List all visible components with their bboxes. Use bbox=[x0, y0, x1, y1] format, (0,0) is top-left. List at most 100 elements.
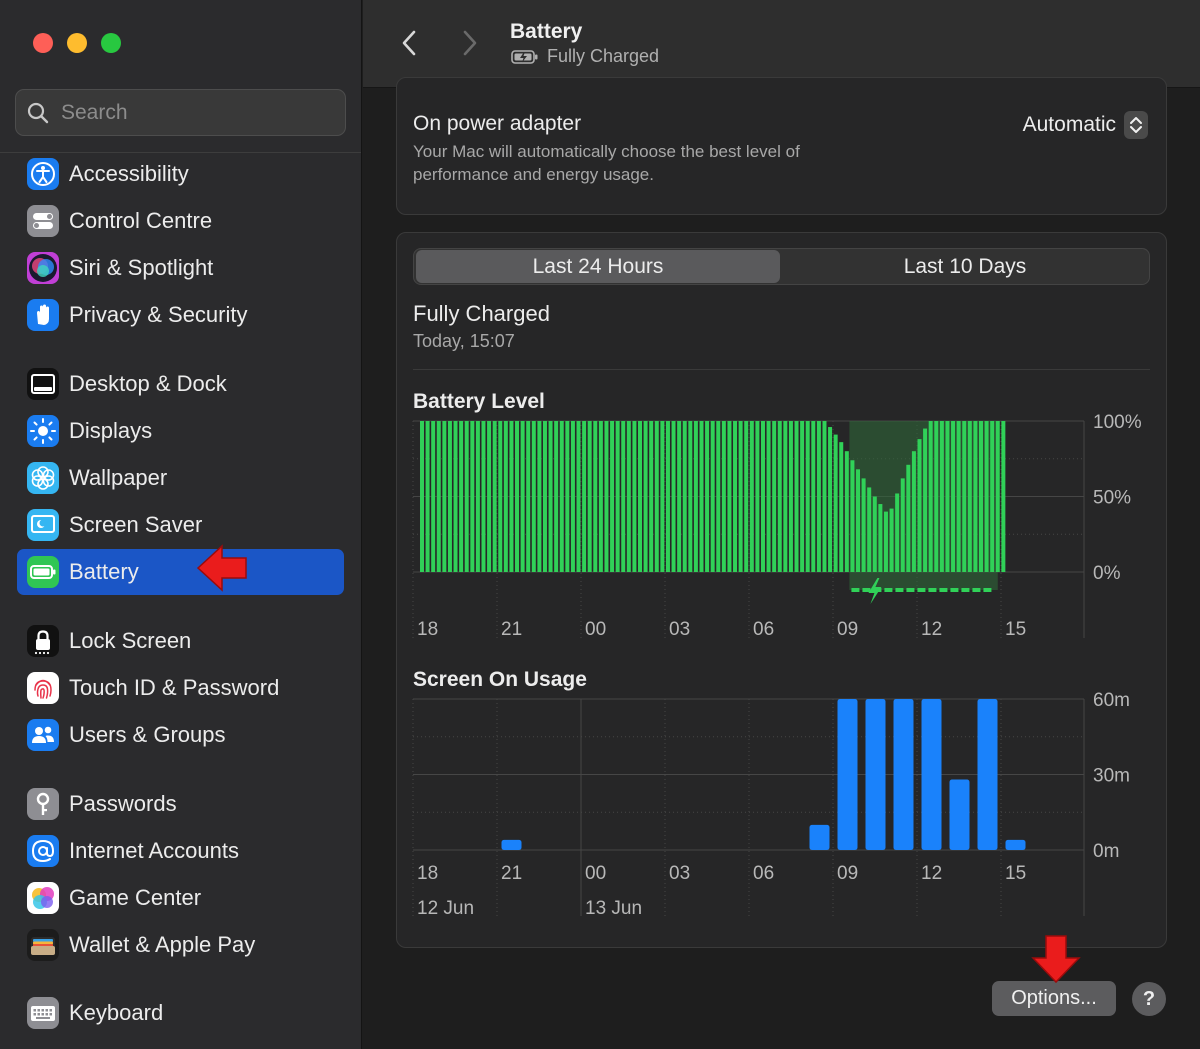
screen-on-usage-bar bbox=[977, 699, 998, 850]
battery-level-bar bbox=[677, 421, 682, 572]
usage-date-label: 12 Jun bbox=[417, 898, 474, 919]
battery-x-tick-label: 09 bbox=[837, 619, 858, 640]
sidebar-item-battery[interactable]: Battery bbox=[17, 549, 344, 595]
battery-level-bar bbox=[967, 421, 972, 572]
battery-level-bar bbox=[649, 421, 654, 572]
battery-level-bar bbox=[665, 421, 670, 572]
battery-level-bar bbox=[475, 421, 480, 572]
battery-level-bar bbox=[755, 421, 760, 572]
battery-level-bar bbox=[945, 421, 950, 572]
battery-level-bar bbox=[498, 421, 503, 572]
sidebar-item-users-groups[interactable]: Users & Groups bbox=[17, 712, 344, 758]
sidebar-item-game-center[interactable]: Game Center bbox=[17, 875, 344, 921]
sidebar-item-control-centre[interactable]: Control Centre bbox=[17, 198, 344, 244]
screen-saver-icon bbox=[27, 509, 59, 541]
battery-level-bar bbox=[822, 421, 827, 572]
battery-level-bar bbox=[643, 421, 648, 572]
screen-on-usage-bar bbox=[837, 699, 858, 850]
sidebar-item-label: Touch ID & Password bbox=[69, 675, 280, 700]
siri-icon bbox=[27, 252, 59, 284]
battery-level-bar bbox=[990, 421, 995, 572]
battery-level-bar bbox=[693, 421, 698, 572]
sidebar-item-label: Wallet & Apple Pay bbox=[69, 932, 256, 957]
sidebar-item-touch-id-password[interactable]: Touch ID & Password bbox=[17, 665, 344, 711]
battery-x-tick-label: 12 bbox=[921, 619, 942, 640]
battery-level-bar bbox=[900, 478, 905, 572]
battery-level-bar bbox=[721, 421, 726, 572]
sidebar-item-keyboard[interactable]: Keyboard bbox=[17, 990, 344, 1036]
battery-level-bar bbox=[705, 421, 710, 572]
battery-level-bar bbox=[772, 421, 777, 572]
battery-level-bar bbox=[515, 421, 520, 572]
battery-level-bar bbox=[1001, 421, 1006, 572]
battery-level-bar bbox=[542, 421, 547, 572]
battery-level-bar bbox=[783, 421, 788, 572]
battery-x-tick-label: 06 bbox=[753, 619, 774, 640]
battery-level-bar bbox=[587, 421, 592, 572]
close-window-button[interactable] bbox=[33, 33, 53, 53]
wallet-icon bbox=[27, 929, 59, 961]
battery-level-bar bbox=[828, 427, 833, 572]
sidebar-item-screen-saver[interactable]: Screen Saver bbox=[17, 502, 344, 548]
battery-level-bar bbox=[621, 421, 626, 572]
screen-on-usage-bar bbox=[865, 699, 886, 850]
zoom-window-button[interactable] bbox=[101, 33, 121, 53]
battery-level-bar bbox=[984, 421, 989, 572]
battery-level-bar bbox=[593, 421, 598, 572]
sidebar-item-wallpaper[interactable]: Wallpaper bbox=[17, 455, 344, 501]
battery-level-bar bbox=[973, 421, 978, 572]
sidebar-item-label: Privacy & Security bbox=[69, 302, 248, 327]
battery-level-bar bbox=[531, 421, 536, 572]
battery-level-bar bbox=[442, 421, 447, 572]
options-button[interactable]: Options... bbox=[992, 981, 1116, 1016]
forward-arrow-icon[interactable] bbox=[457, 28, 481, 58]
sidebar-item-internet-accounts[interactable]: Internet Accounts bbox=[17, 828, 344, 874]
search-input[interactable] bbox=[61, 90, 331, 135]
page-title: Battery bbox=[510, 20, 583, 43]
battery-level-bar bbox=[604, 421, 609, 572]
battery-level-bar bbox=[844, 451, 849, 572]
sidebar-item-wallet-apple-pay[interactable]: Wallet & Apple Pay bbox=[17, 922, 344, 968]
battery-y-tick-label: 50% bbox=[1093, 488, 1131, 509]
up-down-chevron-icon[interactable] bbox=[1124, 111, 1148, 139]
battery-charts: 100% 50% 0% 18 21 00 03 06 09 12 15 60m 30m 0m 18 21 00 0… bbox=[412, 412, 1142, 919]
battery-level-bar bbox=[962, 421, 967, 572]
help-button[interactable]: ? bbox=[1132, 982, 1166, 1016]
power-mode-popup[interactable]: Automatic bbox=[1023, 111, 1148, 139]
sidebar-item-accessibility[interactable]: Accessibility bbox=[17, 151, 344, 197]
battery-level-bar bbox=[548, 421, 553, 572]
sidebar-item-displays[interactable]: Displays bbox=[17, 408, 344, 454]
battery-level-bar bbox=[760, 421, 765, 572]
battery-x-tick-label: 18 bbox=[417, 619, 438, 640]
search-field[interactable] bbox=[15, 89, 346, 136]
battery-level-bar bbox=[509, 421, 514, 572]
battery-level-bar bbox=[688, 421, 693, 572]
usage-date-label: 13 Jun bbox=[585, 898, 642, 919]
main-content: On power adapter Your Mac will automatic… bbox=[363, 77, 1200, 1049]
usage-x-tick-label: 12 bbox=[921, 863, 942, 884]
battery-level-bar bbox=[492, 421, 497, 572]
sidebar-item-privacy-security[interactable]: Privacy & Security bbox=[17, 292, 344, 338]
battery-level-bar bbox=[878, 504, 883, 572]
sidebar-item-passwords[interactable]: Passwords bbox=[17, 781, 344, 827]
toolbar: Battery Fully Charged bbox=[363, 0, 1200, 88]
battery-x-tick-label: 03 bbox=[669, 619, 690, 640]
battery-level-bar bbox=[654, 421, 659, 572]
battery-icon bbox=[27, 556, 59, 588]
battery-level-bar bbox=[979, 421, 983, 572]
fingerprint-icon bbox=[27, 672, 59, 704]
battery-level-bar bbox=[777, 421, 782, 572]
battery-level-bar bbox=[487, 421, 492, 572]
battery-x-tick-label: 15 bbox=[1005, 619, 1026, 640]
sidebar-item-siri-spotlight[interactable]: Siri & Spotlight bbox=[17, 245, 344, 291]
battery-level-bar bbox=[671, 421, 676, 572]
sidebar-item-desktop-dock[interactable]: Desktop & Dock bbox=[17, 361, 344, 407]
battery-level-bar bbox=[610, 421, 615, 572]
sidebar-item-lock-screen[interactable]: Lock Screen bbox=[17, 618, 344, 664]
battery-level-bar bbox=[425, 421, 430, 572]
sidebar-item-label: Screen Saver bbox=[69, 512, 203, 537]
minimize-window-button[interactable] bbox=[67, 33, 87, 53]
battery-level-bar bbox=[805, 421, 810, 572]
battery-level-bar bbox=[928, 421, 933, 572]
back-arrow-icon[interactable] bbox=[398, 28, 422, 58]
